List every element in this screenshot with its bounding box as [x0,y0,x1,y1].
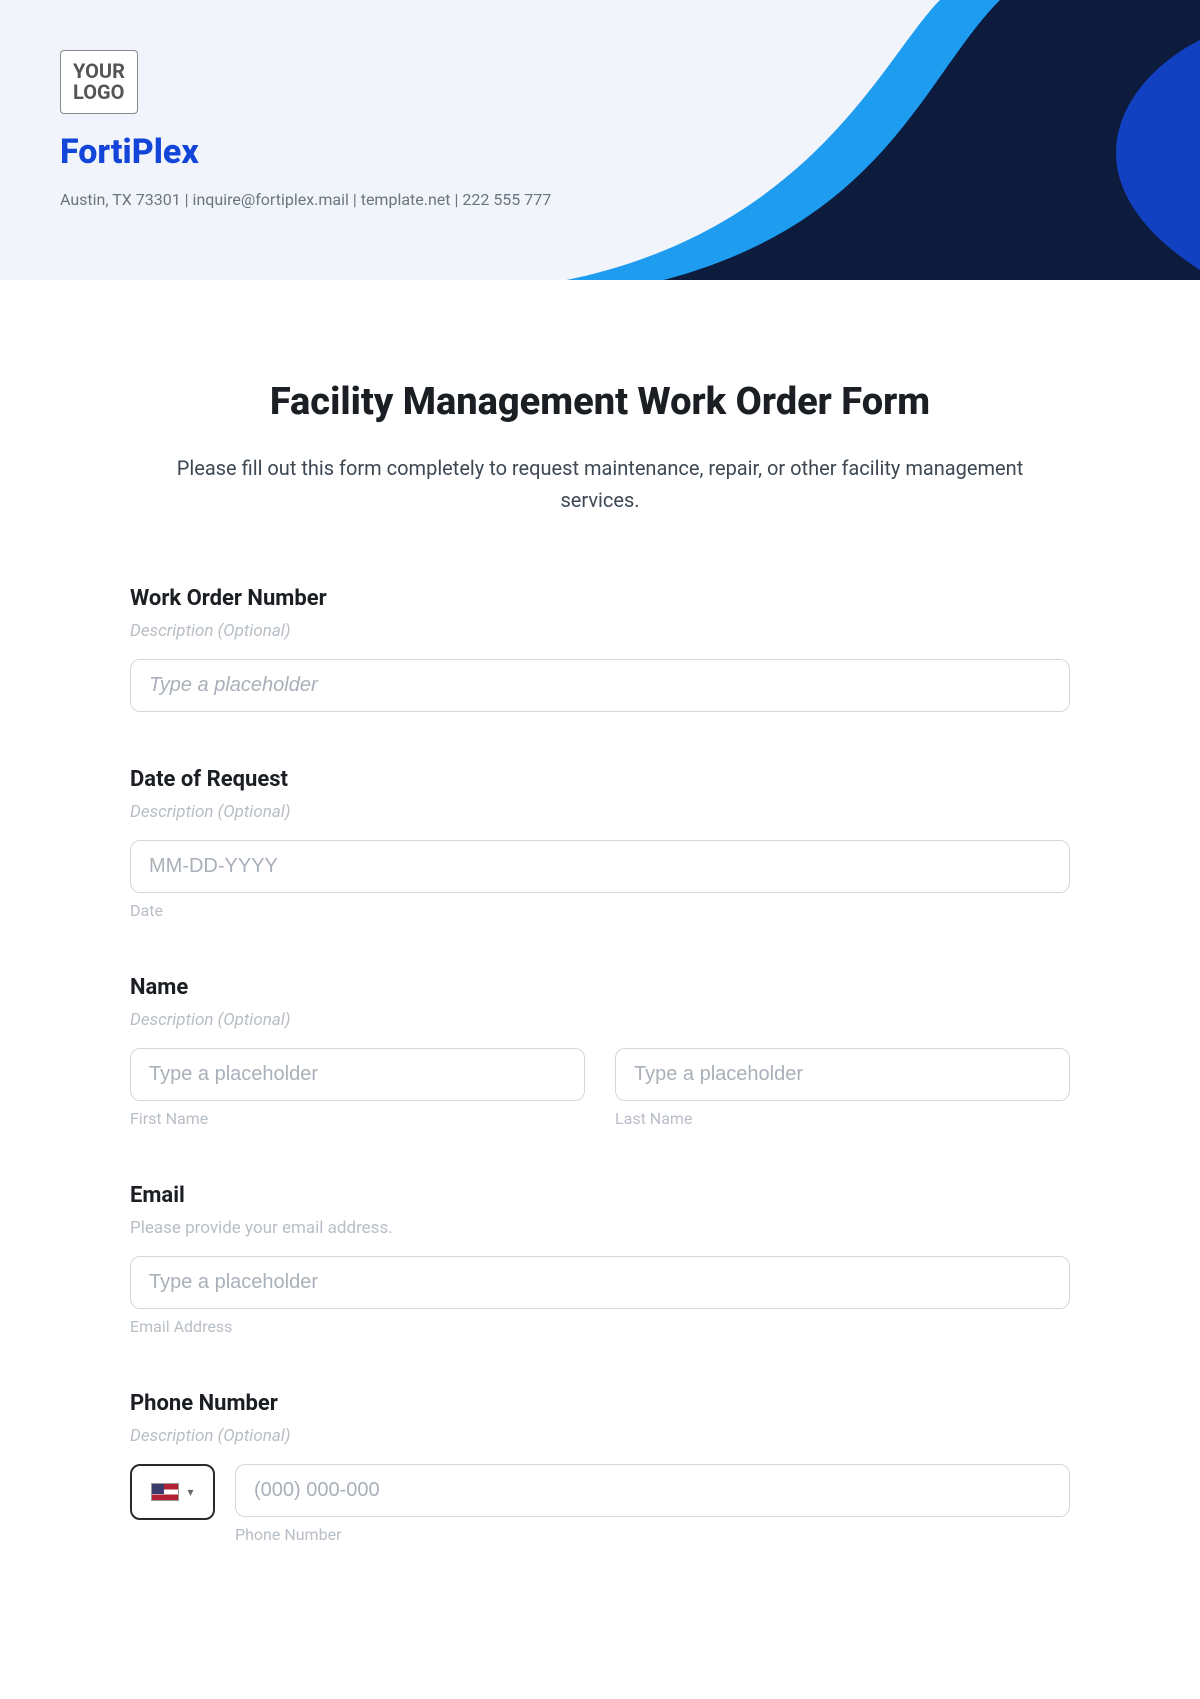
field-date-request: Date of Request Description (Optional) D… [130,767,1070,920]
label-date-request: Date of Request [130,767,1070,792]
desc-date-request: Description (Optional) [130,802,1070,822]
chevron-down-icon: ▾ [187,1485,193,1499]
sublabel-first-name: First Name [130,1109,585,1128]
desc-work-order: Description (Optional) [130,621,1070,641]
desc-email: Please provide your email address. [130,1218,1070,1238]
input-email[interactable] [130,1256,1070,1309]
logo-placeholder: YOUR LOGO [60,50,138,114]
field-work-order: Work Order Number Description (Optional) [130,586,1070,712]
input-last-name[interactable] [615,1048,1070,1101]
label-name: Name [130,975,1070,1000]
logo-text-line2: LOGO [73,80,124,104]
input-date-request[interactable] [130,840,1070,893]
sublabel-last-name: Last Name [615,1109,1070,1128]
form-subtitle: Please fill out this form completely to … [130,452,1070,516]
label-work-order: Work Order Number [130,586,1070,611]
sublabel-email: Email Address [130,1317,1070,1336]
label-email: Email [130,1183,1070,1208]
field-phone: Phone Number Description (Optional) ▾ Ph… [130,1391,1070,1544]
label-phone: Phone Number [130,1391,1070,1416]
input-first-name[interactable] [130,1048,585,1101]
sublabel-phone: Phone Number [235,1525,1070,1544]
input-phone[interactable] [235,1464,1070,1517]
company-contact-info: Austin, TX 73301 | inquire@fortiplex.mai… [60,190,1140,209]
header-banner: YOUR LOGO FortiPlex Austin, TX 73301 | i… [0,0,1200,280]
form-container: Facility Management Work Order Form Plea… [0,280,1200,1639]
company-name: FortiPlex [60,132,1140,172]
desc-phone: Description (Optional) [130,1426,1070,1446]
country-code-select[interactable]: ▾ [130,1464,215,1520]
desc-name: Description (Optional) [130,1010,1070,1030]
field-email: Email Please provide your email address.… [130,1183,1070,1336]
flag-usa-icon [151,1483,179,1501]
form-title: Facility Management Work Order Form [130,380,1070,424]
sublabel-date-request: Date [130,901,1070,920]
input-work-order[interactable] [130,659,1070,712]
field-name: Name Description (Optional) First Name L… [130,975,1070,1128]
